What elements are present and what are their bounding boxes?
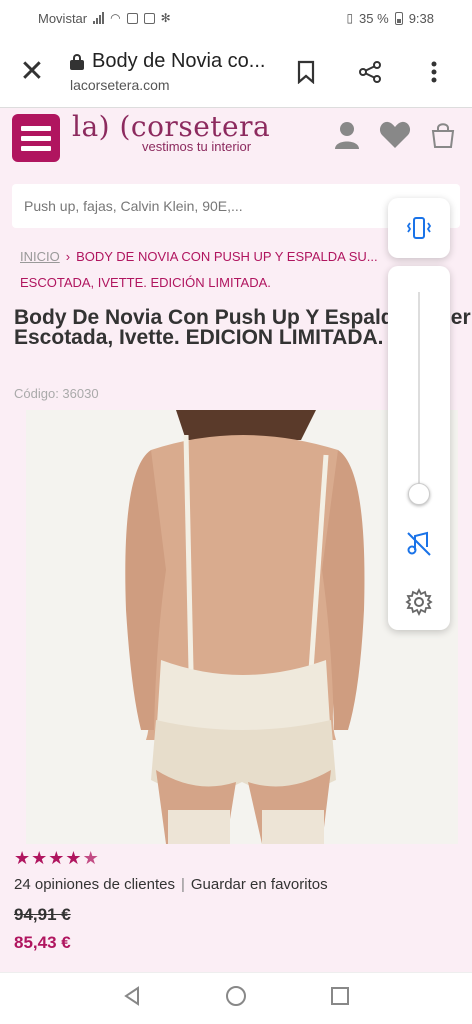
hamburger-menu-icon[interactable] [12, 114, 60, 162]
heart-icon[interactable] [378, 118, 412, 152]
clock: 9:38 [408, 10, 434, 26]
back-icon[interactable] [121, 985, 143, 1012]
vibrate-icon: ▯ [346, 11, 354, 25]
volume-panel [388, 266, 450, 630]
user-icon[interactable] [330, 118, 364, 152]
vibrate-mode-button[interactable] [388, 198, 450, 258]
tab-info: Body de Novia co... lacorsetera.com [64, 50, 276, 93]
tab-title: Body de Novia co... [92, 50, 266, 72]
cart-icon[interactable] [426, 118, 460, 152]
half-star-icon: ★ [82, 848, 99, 868]
close-icon[interactable]: ✕ [0, 36, 64, 108]
bookmark-icon[interactable] [276, 42, 336, 102]
favorites-link[interactable]: Guardar en favoritos [191, 876, 328, 893]
search-input[interactable] [24, 198, 448, 214]
tab-url[interactable]: lacorsetera.com [70, 77, 276, 93]
breadcrumb-separator: › [65, 249, 71, 264]
current-price: 85,43 € [14, 933, 71, 952]
reviews-link[interactable]: 24 opiniones de clientes [14, 876, 175, 893]
more-vert-icon[interactable] [404, 42, 464, 102]
settings-notif-icon: ✻ [160, 11, 171, 25]
home-icon[interactable] [225, 985, 247, 1012]
status-bar: Movistar ◠ ✻ ▯ 35 % 9:38 [0, 0, 472, 36]
volume-slider[interactable] [418, 292, 420, 502]
review-links: 24 opiniones de clientes | Guardar en favo… [14, 876, 328, 893]
lock-icon [70, 53, 84, 70]
gear-icon[interactable] [401, 584, 437, 620]
divider: | [180, 876, 185, 893]
carrier-label: Movistar [38, 10, 88, 26]
browser-toolbar: ✕ Body de Novia co... lacorsetera.com [0, 36, 472, 108]
media-muted-icon[interactable] [401, 526, 437, 562]
star-icon: ★ [14, 848, 31, 868]
star-icon: ★ [65, 848, 82, 868]
battery-icon [394, 11, 403, 25]
share-icon[interactable] [340, 42, 400, 102]
site-logo[interactable]: la) (corsetera vestimos tu interior [72, 110, 270, 154]
product-code: Código: 36030 [14, 386, 99, 401]
breadcrumb: INICIO › BODY DE NOVIA CON PUSH UP Y ESPAL… [20, 244, 400, 296]
recents-icon[interactable] [329, 985, 351, 1012]
star-icon: ★ [31, 848, 48, 868]
notification-icon [143, 12, 155, 24]
navigation-bar [0, 972, 472, 1024]
old-price: 94,91 € [14, 905, 71, 924]
star-rating: ★ ★ ★ ★ ★ [14, 848, 99, 868]
signal-icon [93, 12, 105, 24]
site-header: la) (corsetera vestimos tu interior [0, 108, 472, 180]
breadcrumb-home-link[interactable]: INICIO [20, 249, 60, 264]
battery-percent: 35 % [359, 10, 389, 26]
wifi-icon: ◠ [110, 11, 121, 25]
star-icon: ★ [48, 848, 65, 868]
volume-slider-knob[interactable] [408, 482, 430, 505]
breadcrumb-current: BODY DE NOVIA CON PUSH UP Y ESPALDA SU..… [20, 249, 378, 290]
mail-icon [126, 12, 138, 24]
